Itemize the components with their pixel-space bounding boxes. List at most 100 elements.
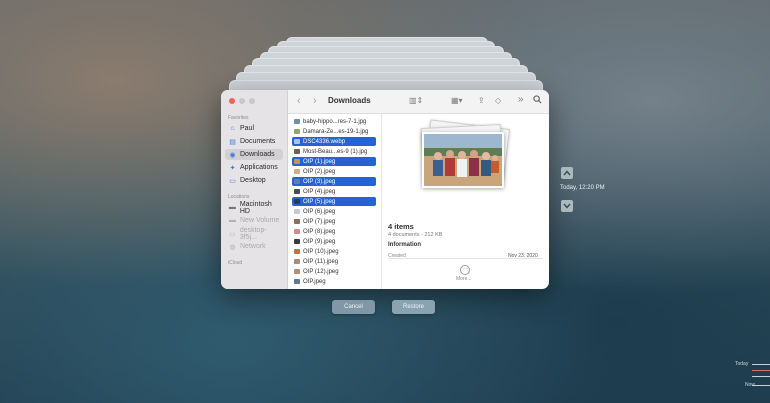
file-row[interactable]: OIP (2).jpeg <box>292 167 376 176</box>
timeline-tick[interactable] <box>752 385 770 386</box>
more-label[interactable]: More... <box>456 276 472 282</box>
preview-pane: 4 items 4 documents - 212 KB Information… <box>382 114 549 289</box>
file-name: OIP (9).jpeg <box>303 238 336 245</box>
sidebar-item-new-volume[interactable]: ▬ New Volume <box>225 215 283 226</box>
file-name: OIP (2).jpeg <box>303 168 336 175</box>
sidebar-item-desktop[interactable]: ▭ Desktop <box>225 175 283 186</box>
preview-created-value: Nov 23, 2020 <box>508 253 538 257</box>
time-machine-up-arrow[interactable] <box>561 167 573 179</box>
file-row[interactable]: OIP (11).jpeg <box>292 257 376 266</box>
sidebar-item-applications[interactable]: ✦ Applications <box>225 162 283 173</box>
traffic-lights <box>229 98 255 104</box>
image-file-icon <box>294 219 300 224</box>
file-row[interactable]: OIP (7).jpeg <box>292 217 376 226</box>
file-name: Most-Beau...es-9 (1).jpg <box>303 148 368 155</box>
timeline-tick[interactable] <box>752 364 770 365</box>
time-machine-current-date: Today, 12:20 PM <box>560 185 605 191</box>
file-row[interactable]: DSC4336.webp <box>292 137 376 146</box>
forward-button[interactable]: › <box>313 95 317 107</box>
image-file-icon <box>294 269 300 274</box>
file-name: OIP (11).jpeg <box>303 258 339 265</box>
close-button[interactable] <box>229 98 235 104</box>
image-file-icon <box>294 139 300 144</box>
preview-photo <box>422 132 504 188</box>
toolbar: ‹ › Downloads ▥⇕ ▦▾ ⇪ ◇ » <box>288 90 549 114</box>
timeline-tick[interactable] <box>752 376 770 377</box>
preview-info-heading: Information <box>388 242 421 248</box>
sidebar: Favorites ⌂ Paul ▤ Documents ◉ Downloads… <box>221 90 288 289</box>
sidebar-item-label: Desktop <box>240 177 266 184</box>
columns-view-icon[interactable]: ▥⇕ <box>409 96 423 105</box>
file-name: OIP.jpeg <box>303 278 326 285</box>
image-file-icon <box>294 129 300 134</box>
desktop-icon: ▭ <box>229 177 236 185</box>
tag-icon[interactable]: ◇ <box>495 96 501 105</box>
sidebar-heading-favorites: Favorites <box>228 115 249 121</box>
group-icon[interactable]: ▦▾ <box>451 96 463 105</box>
file-row[interactable]: OIP (6).jpeg <box>292 207 376 216</box>
back-button[interactable]: ‹ <box>297 95 301 107</box>
file-row[interactable]: Damara-Ze...es-19-1.jpg <box>292 127 376 136</box>
file-name: OIP (4).jpeg <box>303 188 336 195</box>
sidebar-item-label: Applications <box>240 164 278 171</box>
file-row[interactable]: baby-hippo...res-7-1.jpg <box>292 117 376 126</box>
search-icon[interactable] <box>533 95 542 106</box>
more-options-icon[interactable]: ··· <box>460 265 470 275</box>
file-row[interactable]: Most-Beau...es-9 (1).jpg <box>292 147 376 156</box>
more-button[interactable]: » <box>518 94 524 105</box>
file-name: OIP (6).jpeg <box>303 208 336 215</box>
restore-button[interactable]: Restore <box>392 300 435 314</box>
file-row[interactable]: OIP (3).jpeg <box>292 177 376 186</box>
image-file-icon <box>294 189 300 194</box>
share-icon[interactable]: ⇪ <box>478 96 485 105</box>
file-name: OIP (12).jpeg <box>303 268 339 275</box>
sidebar-item-label: desktop-3f5j... <box>239 226 267 241</box>
file-row[interactable]: OIP.jpeg <box>292 277 376 286</box>
sidebar-item-paul[interactable]: ⌂ Paul <box>225 123 283 134</box>
sidebar-item-network[interactable]: ◍ Network <box>225 241 283 252</box>
file-name: baby-hippo...res-7-1.jpg <box>303 118 367 125</box>
file-name: DSC4336.webp <box>303 138 346 145</box>
file-row[interactable]: OIP (5).jpeg <box>292 197 376 206</box>
image-file-icon <box>294 159 300 164</box>
sidebar-item-label: Paul <box>240 125 255 132</box>
sidebar-item-label: Documents <box>240 138 276 145</box>
document-icon: ▤ <box>229 138 236 146</box>
timeline-tick-current[interactable] <box>752 370 770 371</box>
sidebar-item-label: Downloads <box>240 151 275 158</box>
sidebar-item-label: Macintosh HD <box>239 200 272 215</box>
window-title: Downloads <box>328 96 371 105</box>
chevron-up-icon <box>563 170 571 176</box>
image-file-icon <box>294 259 300 264</box>
sidebar-item-desktop-computer[interactable]: ▭ desktop-3f5j... <box>225 226 283 241</box>
image-file-icon <box>294 279 300 284</box>
time-machine-down-arrow[interactable] <box>561 200 573 212</box>
network-icon: ◍ <box>229 243 236 251</box>
download-icon: ◉ <box>229 151 236 159</box>
minimize-button[interactable] <box>239 98 245 104</box>
sidebar-item-downloads[interactable]: ◉ Downloads <box>225 149 283 160</box>
file-row[interactable]: OIP (10).jpeg <box>292 247 376 256</box>
zoom-button[interactable] <box>249 98 255 104</box>
file-row[interactable]: OIP (4).jpeg <box>292 187 376 196</box>
image-file-icon <box>294 239 300 244</box>
file-row[interactable]: OIP (9).jpeg <box>292 237 376 246</box>
file-list: baby-hippo...res-7-1.jpg Damara-Ze...es-1… <box>288 114 382 289</box>
timeline-today-label: Today <box>735 361 749 367</box>
image-file-icon <box>294 119 300 124</box>
file-row[interactable]: OIP (12).jpeg <box>292 267 376 276</box>
image-file-icon <box>294 229 300 234</box>
image-file-icon <box>294 179 300 184</box>
image-file-icon <box>294 209 300 214</box>
computer-icon: ▭ <box>229 230 236 238</box>
sidebar-item-documents[interactable]: ▤ Documents <box>225 136 283 147</box>
file-name: OIP (1).jpeg <box>303 158 336 165</box>
file-row[interactable]: OIP (1).jpeg <box>292 157 376 166</box>
file-name: OIP (10).jpeg <box>303 248 339 255</box>
cancel-button[interactable]: Cancel <box>332 300 375 314</box>
sidebar-item-label: New Volume <box>240 217 280 224</box>
preview-item-count: 4 items <box>388 222 414 231</box>
file-row[interactable]: OIP (8).jpeg <box>292 227 376 236</box>
sidebar-item-macintosh-hd[interactable]: ▬ Macintosh HD <box>225 200 283 215</box>
file-name: Damara-Ze...es-19-1.jpg <box>303 128 369 135</box>
